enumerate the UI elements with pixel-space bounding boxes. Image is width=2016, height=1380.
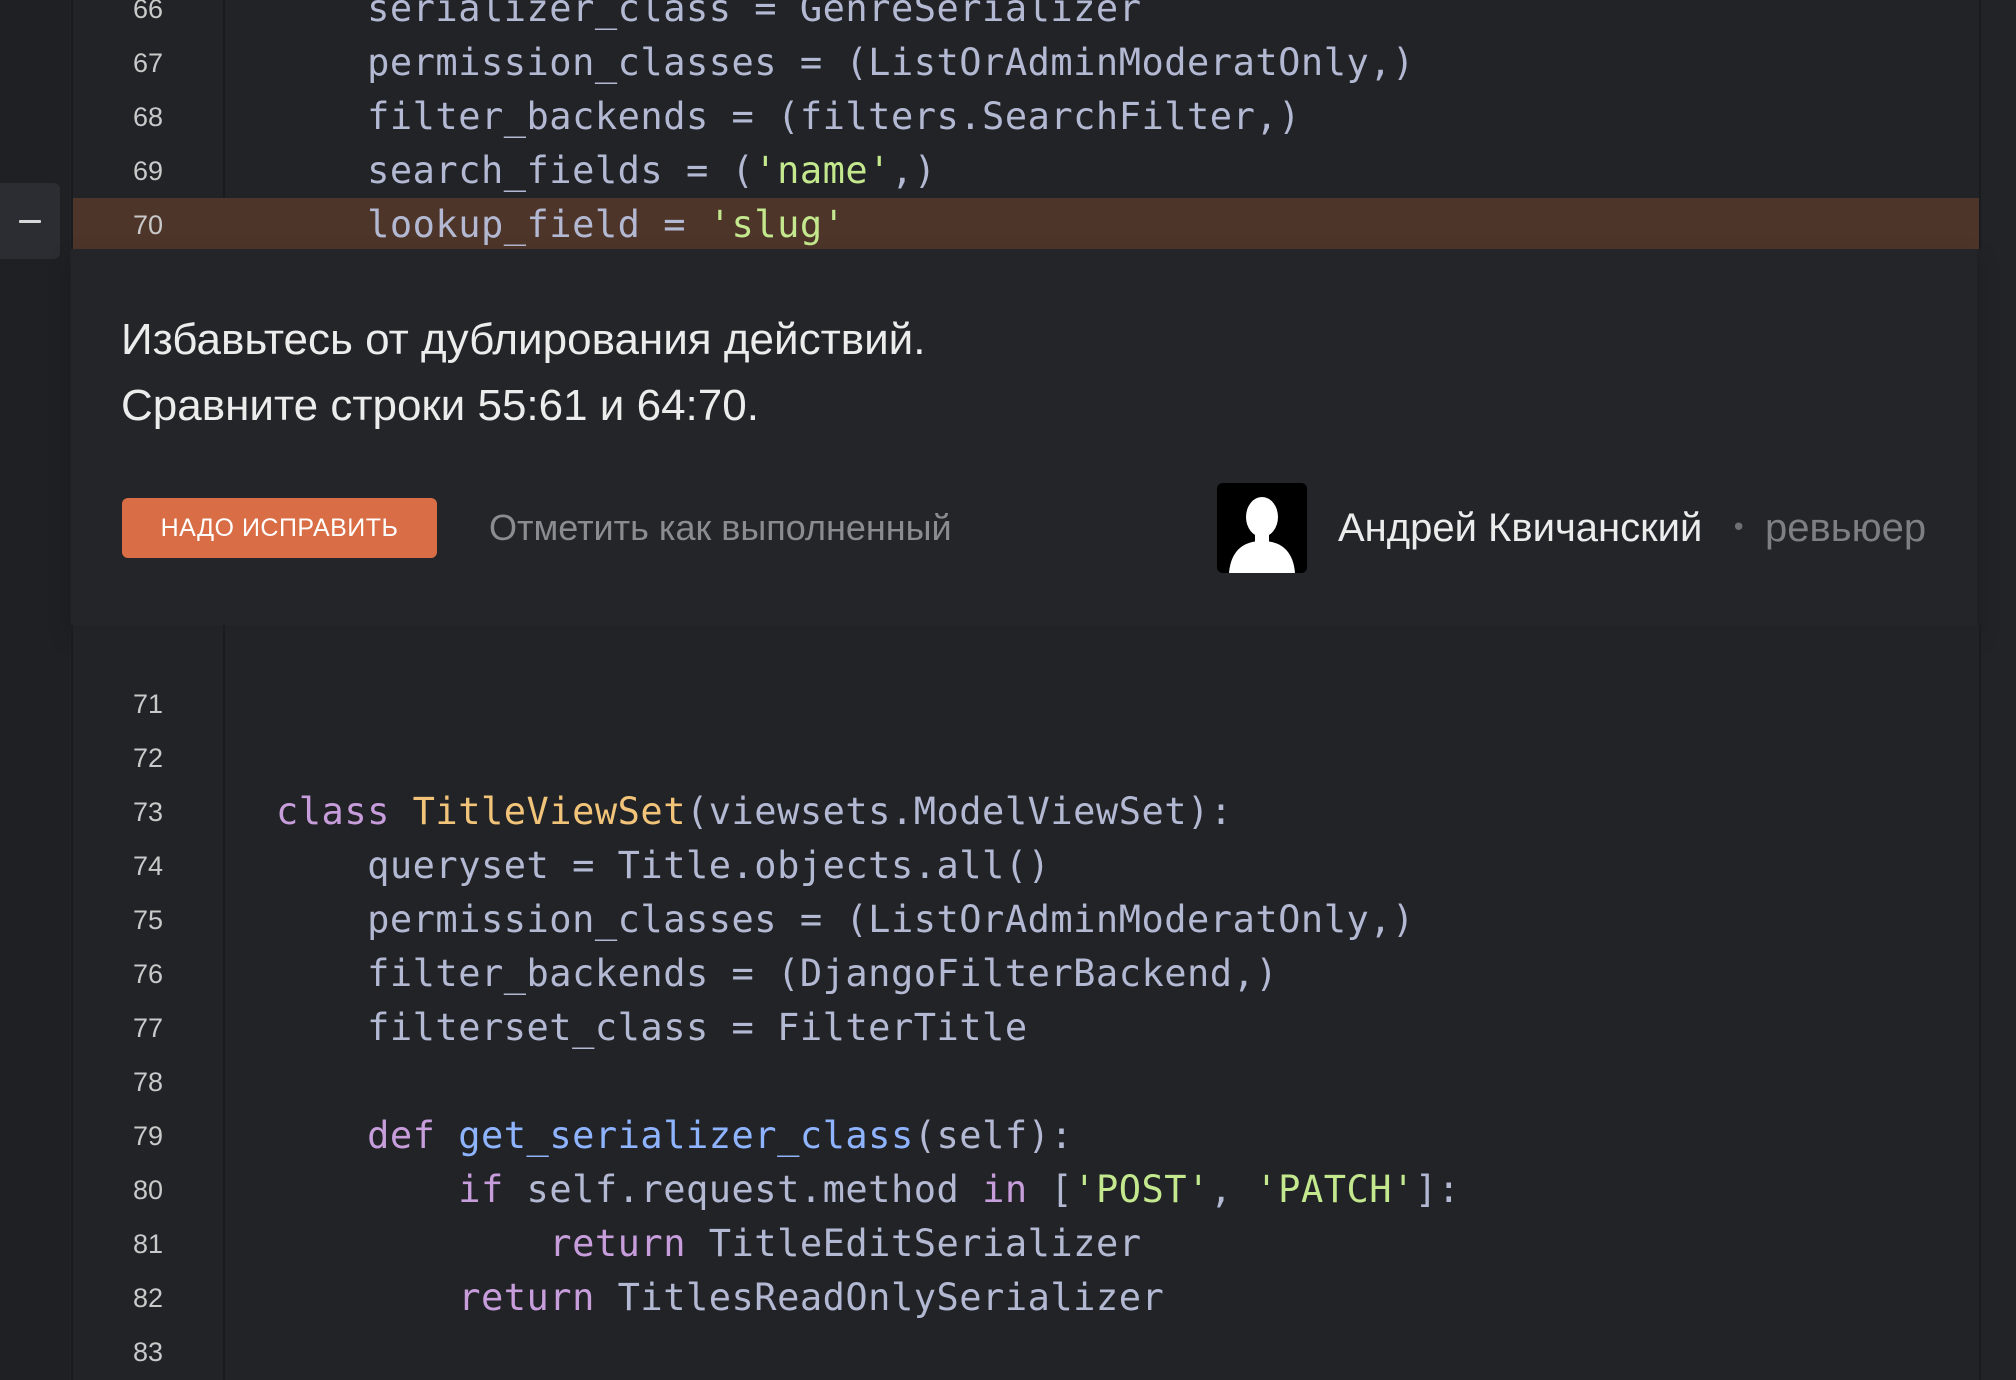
line-number[interactable]: 74: [73, 839, 223, 893]
line-number[interactable]: 66: [73, 0, 223, 36]
reviewer-avatar[interactable]: [1217, 483, 1307, 573]
code-token: (viewsets.ModelViewSet):: [685, 790, 1233, 833]
code-line: 66 serializer_class = GenreSerializer: [73, 0, 1979, 36]
needs-fix-button[interactable]: НАДО ИСПРАВИТЬ: [122, 498, 437, 558]
code-text: filterset_class = FilterTitle: [276, 1001, 1028, 1055]
code-token: TitlesReadOnlySerializer: [617, 1276, 1165, 1319]
code-text: class TitleViewSet(viewsets.ModelViewSet…: [276, 785, 1233, 839]
code-block-bottom: 71 72 73 class TitleViewSet(viewsets.ModelV…: [71, 625, 1981, 1380]
code-token: TitleEditSerializer: [708, 1222, 1142, 1265]
code-token: 'slug': [708, 203, 846, 246]
code-line: 82 return TitlesReadOnlySerializer: [73, 1271, 1979, 1325]
code-token: serializer_class = GenreSerializer: [276, 0, 1142, 30]
code-token: TitleViewSet: [412, 790, 686, 833]
reviewer-name[interactable]: Андрей Квичанский: [1338, 498, 1702, 558]
code-text: filter_backends = (DjangoFilterBackend,): [276, 947, 1278, 1001]
code-token: filter_backends = (filters.SearchFilter,…: [276, 95, 1301, 138]
code-text: search_fields = ('name',): [276, 144, 937, 198]
reviewer-role: ревьюер: [1765, 506, 1927, 550]
code-review-view: 66 serializer_class = GenreSerializer 67 …: [0, 0, 2016, 1380]
code-token: (self):: [913, 1114, 1074, 1157]
code-line: 75 permission_classes = (ListOrAdminMode…: [73, 893, 1979, 947]
code-line: 80 if self.request.method in ['POST', 'P…: [73, 1163, 1979, 1217]
code-text: lookup_field = 'slug': [276, 198, 845, 249]
line-number[interactable]: 76: [73, 947, 223, 1001]
code-line: 68 filter_backends = (filters.SearchFilt…: [73, 90, 1979, 144]
code-line: 72: [73, 731, 1979, 785]
collapse-comment-button[interactable]: [0, 183, 60, 259]
code-line: 77 filterset_class = FilterTitle: [73, 1001, 1979, 1055]
code-token: ]:: [1414, 1168, 1461, 1211]
code-line: 83: [73, 1325, 1979, 1379]
code-text: permission_classes = (ListOrAdminModerat…: [276, 893, 1415, 947]
code-token: queryset = Title.objects.all(): [276, 844, 1051, 887]
code-token: return: [276, 1276, 618, 1319]
line-number[interactable]: 83: [73, 1325, 223, 1379]
code-token: 'POST': [1073, 1168, 1210, 1211]
code-text: return TitlesReadOnlySerializer: [276, 1271, 1164, 1325]
separator-dot: •: [1731, 513, 1747, 543]
code-line: 78: [73, 1055, 1979, 1109]
code-token: lookup_field =: [276, 203, 709, 246]
review-comment: Избавьтесь от дублирования действий. Сра…: [71, 249, 1977, 627]
code-token: self.request.method: [526, 1168, 983, 1211]
code-token: return: [276, 1222, 709, 1265]
line-number[interactable]: 82: [73, 1271, 223, 1325]
line-number[interactable]: 68: [73, 90, 223, 144]
code-token: [: [1050, 1168, 1074, 1211]
code-token: ,): [890, 149, 937, 192]
line-number[interactable]: 75: [73, 893, 223, 947]
code-line: 81 return TitleEditSerializer: [73, 1217, 1979, 1271]
code-token: def: [276, 1114, 459, 1157]
minus-icon: [19, 219, 41, 223]
code-token: if: [276, 1168, 527, 1211]
code-text: def get_serializer_class(self):: [276, 1109, 1073, 1163]
code-block-top: 66 serializer_class = GenreSerializer 67 …: [71, 0, 1981, 249]
mark-as-done-link[interactable]: Отметить как выполненный: [489, 498, 952, 558]
comment-line: Сравните строки 55:61 и 64:70.: [121, 381, 759, 430]
code-text: serializer_class = GenreSerializer: [276, 0, 1141, 36]
code-token: search_fields = (: [276, 149, 755, 192]
code-token: permission_classes = (ListOrAdminModerat…: [276, 898, 1415, 941]
code-line-highlighted: 70 lookup_field = 'slug': [73, 198, 1979, 249]
code-line: 76 filter_backends = (DjangoFilterBacken…: [73, 947, 1979, 1001]
code-text: permission_classes = (ListOrAdminModerat…: [276, 36, 1415, 90]
line-number[interactable]: 73: [73, 785, 223, 839]
line-number[interactable]: 72: [73, 731, 223, 785]
code-line: 71: [73, 677, 1979, 731]
code-token: 'name': [754, 149, 891, 192]
code-token: class: [276, 790, 413, 833]
line-number[interactable]: 69: [73, 144, 223, 198]
code-token: permission_classes = (ListOrAdminModerat…: [276, 41, 1415, 84]
code-token: get_serializer_class: [458, 1114, 914, 1157]
line-number[interactable]: 71: [73, 677, 223, 731]
code-token: filter_backends = (DjangoFilterBackend,): [276, 952, 1279, 995]
code-token: filterset_class = FilterTitle: [276, 1006, 1028, 1049]
comment-line: Избавьтесь от дублирования действий.: [121, 315, 926, 364]
code-line: 69 search_fields = ('name',): [73, 144, 1979, 198]
code-line: 79 def get_serializer_class(self):: [73, 1109, 1979, 1163]
code-text: queryset = Title.objects.all(): [276, 839, 1050, 893]
code-text: if self.request.method in ['POST', 'PATC…: [276, 1163, 1460, 1217]
comment-text: Избавьтесь от дублирования действий. Сра…: [121, 307, 1521, 439]
line-number[interactable]: 78: [73, 1055, 223, 1109]
code-line: 74 queryset = Title.objects.all(): [73, 839, 1979, 893]
line-number[interactable]: 79: [73, 1109, 223, 1163]
code-line: 73 class TitleViewSet(viewsets.ModelViewS…: [73, 785, 1979, 839]
line-number[interactable]: 70: [73, 198, 223, 249]
user-silhouette-icon: [1217, 483, 1307, 573]
line-number[interactable]: 81: [73, 1217, 223, 1271]
code-token: in: [982, 1168, 1051, 1211]
code-text: return TitleEditSerializer: [276, 1217, 1142, 1271]
code-token: ,: [1209, 1168, 1256, 1211]
code-text: filter_backends = (filters.SearchFilter,…: [276, 90, 1301, 144]
line-number[interactable]: 77: [73, 1001, 223, 1055]
code-token: 'PATCH': [1255, 1168, 1415, 1211]
line-number[interactable]: 80: [73, 1163, 223, 1217]
code-line: 67 permission_classes = (ListOrAdminMode…: [73, 36, 1979, 90]
line-number[interactable]: 67: [73, 36, 223, 90]
